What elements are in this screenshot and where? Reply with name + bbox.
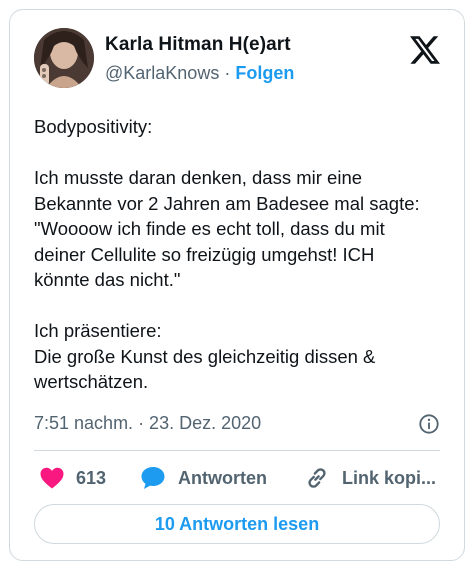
copy-link-button[interactable]: Link kopi... <box>304 463 436 493</box>
text-line: Ich musste daran denken, dass mir eine <box>34 167 363 188</box>
speech-bubble-icon <box>141 467 165 489</box>
divider <box>34 450 440 451</box>
like-count: 613 <box>76 467 107 488</box>
link-icon <box>308 468 326 488</box>
text-line: Die große Kunst des gleichzeitig dissen … <box>34 345 376 367</box>
author-handle[interactable]: @KarlaKnows <box>105 63 219 83</box>
info-icon[interactable] <box>418 413 440 435</box>
text-line: "Woooow ich finde es echt toll, dass du … <box>34 218 385 239</box>
tweet-header: Karla Hitman H(e)art @KarlaKnows · Folge… <box>34 28 440 88</box>
avatar-image <box>34 28 94 88</box>
follow-button[interactable]: Folgen <box>235 63 294 83</box>
text-line: Ich präsentiere: <box>34 320 162 341</box>
reply-button[interactable]: Antworten <box>140 463 267 493</box>
heart-icon <box>40 467 64 489</box>
reply-label: Antworten <box>178 467 267 488</box>
text-line: wertschätzen. <box>34 371 149 392</box>
handle-separator: · <box>224 63 231 83</box>
avatar[interactable] <box>34 28 94 88</box>
timestamp[interactable]: 7:51 nachm. · 23. Dez. 2020 <box>34 413 261 434</box>
copy-link-label: Link kopi... <box>342 467 437 488</box>
like-button[interactable]: 613 <box>40 463 106 493</box>
author-name[interactable]: Karla Hitman H(e)art <box>105 34 291 56</box>
x-logo-icon[interactable] <box>410 36 440 64</box>
text-line: könnte das nicht." <box>34 269 181 290</box>
handle-line: @KarlaKnows · Folgen <box>105 63 294 84</box>
read-replies-button[interactable]: 10 Antworten lesen <box>34 504 440 544</box>
tweet-text: Bodypositivity: Ich musste daran denken,… <box>34 114 444 395</box>
text-line: deiner Cellulite so freizügig umgehst! I… <box>34 243 375 265</box>
action-bar: 613 Antworten Link kopi... <box>34 463 440 493</box>
text-line: Bodypositivity: <box>34 116 153 137</box>
tweet-card: Karla Hitman H(e)art @KarlaKnows · Folge… <box>9 9 465 561</box>
text-line: Bekannte vor 2 Jahren am Badesee mal sag… <box>34 192 420 214</box>
